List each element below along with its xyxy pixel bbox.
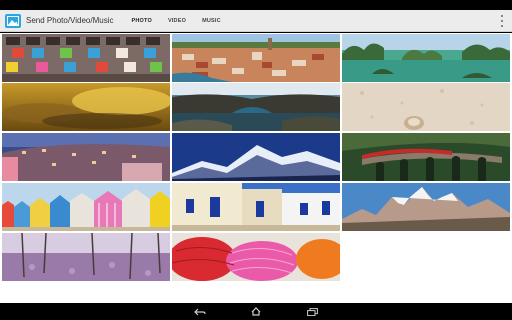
photo-rocky-coast-arch[interactable] — [172, 83, 340, 131]
back-icon[interactable] — [193, 307, 207, 317]
navigation-bar — [0, 303, 512, 320]
photo-beach-huts[interactable] — [2, 183, 170, 231]
photo-sandy-beach-shell[interactable] — [342, 83, 510, 131]
photo-colorful-apartment-building[interactable] — [2, 34, 170, 82]
recents-icon[interactable] — [305, 307, 319, 317]
photo-yarn-skeins[interactable] — [172, 233, 340, 281]
photo-hillside-town-dusk[interactable] — [2, 133, 170, 181]
tab-music[interactable]: MUSIC — [194, 10, 229, 31]
action-bar: Send Photo/Video/Music PHOTO VIDEO MUSIC — [0, 10, 512, 32]
app-title: Send Photo/Video/Music — [26, 16, 114, 25]
landscape-photo-icon[interactable] — [5, 13, 21, 28]
photo-white-village-blue-doors[interactable] — [172, 183, 340, 231]
overflow-menu-icon[interactable] — [500, 15, 504, 27]
tab-bar: PHOTO VIDEO MUSIC — [123, 10, 228, 31]
photo-coastal-town-aerial[interactable] — [172, 34, 340, 82]
photo-lavender-field-trees[interactable] — [2, 233, 170, 281]
tab-photo[interactable]: PHOTO — [123, 10, 159, 31]
photo-limestone-karst-bay[interactable] — [342, 34, 510, 82]
photo-jagged-mountain-peaks[interactable] — [342, 183, 510, 231]
status-bar — [0, 0, 512, 10]
photo-snowy-mountains-blue[interactable] — [172, 133, 340, 181]
photo-gallery — [0, 33, 512, 303]
home-icon[interactable] — [249, 307, 263, 317]
photo-golden-clouds[interactable] — [2, 83, 170, 131]
photo-red-train-viaduct[interactable] — [342, 133, 510, 181]
tab-video[interactable]: VIDEO — [160, 10, 194, 31]
